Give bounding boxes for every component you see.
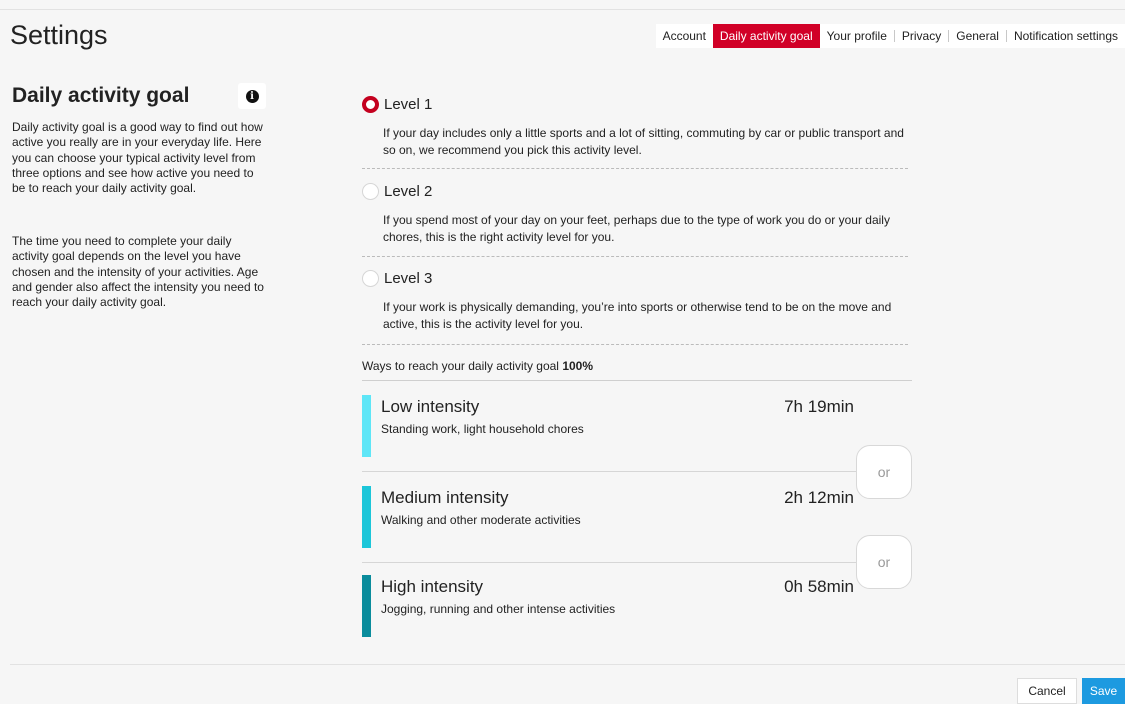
level-divider [362,168,908,169]
intensity-divider [362,471,912,472]
intensity-color-bar [362,395,371,457]
level-label: Level 1 [384,96,433,113]
tab-privacy[interactable]: Privacy [895,24,948,48]
intensity-subtitle: Standing work, light household chores [381,422,584,436]
intensity-low: Low intensity Standing work, light house… [362,395,912,457]
radio-level-3[interactable] [362,270,379,287]
level-option-3: Level 3 If your work is physically deman… [362,270,908,333]
sidebar-paragraph: Daily activity goal is a good way to fin… [12,120,263,196]
settings-tabs: Account Daily activity goal Your profile… [655,24,1125,48]
intensity-subtitle: Walking and other moderate activities [381,513,581,527]
level-label: Level 3 [384,270,433,287]
footer-divider [10,664,1125,665]
tab-notification-settings[interactable]: Notification settings [1007,24,1125,48]
level-divider [362,344,908,345]
intensity-divider [362,562,912,563]
ways-percent: 100% [562,359,594,373]
intensity-time: 7h 19min [784,397,854,416]
or-separator: or [856,445,912,499]
intensity-time: 2h 12min [784,488,854,507]
intensity-color-bar [362,486,371,548]
intensity-medium: Medium intensity Walking and other moder… [362,486,912,548]
intensity-subtitle: Jogging, running and other intense activ… [381,602,616,616]
tab-account[interactable]: Account [656,24,713,48]
ways-divider [362,380,912,381]
or-separator: or [856,535,912,589]
radio-level-2[interactable] [362,183,379,200]
tab-general[interactable]: General [949,24,1006,48]
level-option-2: Level 2 If you spend most of your day on… [362,183,908,246]
info-icon: i [245,89,259,103]
tab-your-profile[interactable]: Your profile [820,24,894,48]
level-2-radio-row[interactable]: Level 2 [362,183,908,200]
sidebar-paragraph: The time you need to complete your daily… [12,234,264,310]
level-description: If your day includes only a little sport… [383,126,904,157]
radio-level-1[interactable] [362,96,379,113]
intensity-color-bar [362,575,371,637]
level-option-1: Level 1 If your day includes only a litt… [362,96,908,159]
intensity-title: Low intensity [381,397,480,416]
intensity-title: High intensity [381,577,484,596]
intensity-title: Medium intensity [381,488,509,507]
sidebar-title: Daily activity goal [12,84,190,107]
page-title: Settings [10,20,108,50]
tab-daily-activity-goal[interactable]: Daily activity goal [712,24,820,48]
ways-to-reach-goal: Ways to reach your daily activity goal 1… [362,359,593,373]
level-description: If you spend most of your day on your fe… [383,213,890,244]
level-divider [362,256,908,257]
cancel-button[interactable]: Cancel [1017,678,1077,704]
info-button[interactable]: i [238,83,266,109]
level-3-radio-row[interactable]: Level 3 [362,270,908,287]
ways-label: Ways to reach your daily activity goal [362,359,559,373]
top-divider [0,9,1125,10]
intensity-high: High intensity Jogging, running and othe… [362,575,912,637]
intensity-time: 0h 58min [784,577,854,596]
save-button[interactable]: Save [1082,678,1125,704]
level-description: If your work is physically demanding, yo… [383,300,892,331]
level-label: Level 2 [384,183,433,200]
level-1-radio-row[interactable]: Level 1 [362,96,908,113]
